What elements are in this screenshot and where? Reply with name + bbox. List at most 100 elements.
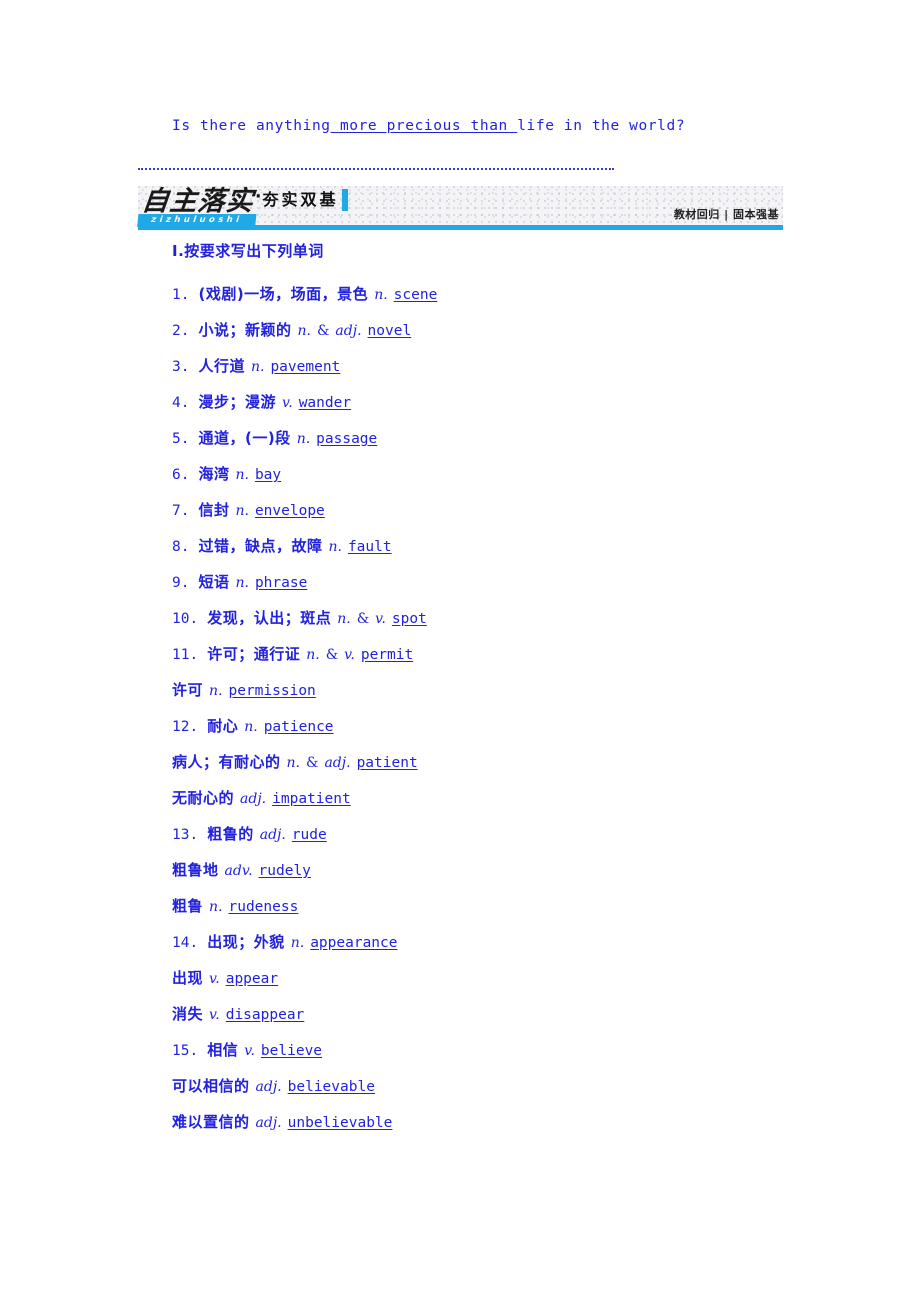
vocab-line: 7. 信封 n. envelope	[172, 492, 872, 528]
vocabulary-list: 1. (戏剧)一场，场面，景色 n. scene 2. 小说；新颖的 n. & adj. nove…	[172, 276, 872, 1140]
vocab-part-of-speech: n.	[235, 503, 249, 519]
vocab-line: 9. 短语 n. phrase	[172, 564, 872, 600]
vocab-number: 11.	[172, 647, 199, 663]
vocab-number: 12.	[172, 719, 199, 735]
vocab-ampersand: &	[305, 755, 319, 771]
vocab-line: 许可 n. permission	[172, 672, 872, 708]
vocab-chinese-meaning: 无耐心的	[172, 789, 235, 807]
vocab-line: 1. (戏剧)一场，场面，景色 n. scene	[172, 276, 872, 312]
vocab-line: 15. 相信 v. believe	[172, 1032, 872, 1068]
vocab-chinese-meaning: 耐心	[207, 717, 239, 735]
vocab-answer: appearance	[310, 935, 398, 951]
vocab-chinese-meaning: 短语	[198, 573, 230, 591]
vocab-part-of-speech-secondary: adj.	[335, 323, 362, 339]
vocab-number: 15.	[172, 1043, 199, 1059]
vocab-chinese-meaning: 难以置信的	[172, 1113, 250, 1131]
vocab-answer: novel	[367, 323, 412, 339]
vocab-line: 5. 通道，(一)段 n. passage	[172, 420, 872, 456]
vocab-chinese-meaning: 出现；外貌	[207, 933, 285, 951]
vocab-chinese-meaning: 相信	[207, 1041, 239, 1059]
vocab-chinese-meaning: 通道，(一)段	[198, 429, 291, 447]
vocab-chinese-meaning: 粗鲁的	[207, 825, 254, 843]
vocab-part-of-speech: v.	[209, 971, 220, 987]
vocab-part-of-speech: n.	[250, 359, 265, 375]
vocab-line: 病人；有耐心的 n. & adj. patient	[172, 744, 872, 780]
vocab-chinese-meaning: 许可	[172, 681, 204, 699]
vocab-chinese-meaning: 漫步；漫游	[198, 393, 276, 411]
vocab-chinese-meaning: 信封	[198, 501, 230, 519]
vocab-answer: wander	[298, 395, 352, 411]
vocab-answer: patient	[356, 755, 418, 771]
vocab-chinese-meaning: 海湾	[198, 465, 230, 483]
vocab-answer: believe	[260, 1043, 323, 1059]
vocab-part-of-speech: n.	[328, 539, 342, 555]
vocab-part-of-speech-secondary: v.	[375, 611, 386, 627]
vocab-part-of-speech: adv.	[224, 863, 253, 879]
vocab-line: 消失 v. disappear	[172, 996, 872, 1032]
vocab-chinese-meaning: 许可；通行证	[207, 645, 301, 663]
vocab-part-of-speech: n.	[244, 719, 258, 735]
vocab-chinese-meaning: (戏剧)一场，场面，景色	[198, 285, 369, 303]
banner-title-group: 自主落实 zizhuluoshi · 夯实双基	[137, 184, 349, 227]
vocab-part-of-speech-secondary: adj.	[324, 755, 351, 771]
vocab-number: 4.	[172, 395, 190, 411]
vocab-part-of-speech: adj.	[240, 791, 267, 807]
vocab-part-of-speech: n.	[296, 431, 311, 447]
vocab-answer: appear	[225, 971, 279, 987]
vocab-line: 难以置信的 adj. unbelievable	[172, 1104, 872, 1140]
vocab-line: 3. 人行道 n. pavement	[172, 348, 872, 384]
vocab-answer: disappear	[225, 1007, 305, 1023]
vocab-answer: impatient	[272, 791, 351, 807]
vocab-chinese-meaning: 过错，缺点，故障	[198, 537, 323, 555]
vocab-number: 13.	[172, 827, 199, 843]
vocab-part-of-speech: v.	[209, 1007, 220, 1023]
vocab-line: 10. 发现，认出；斑点 n. & v. spot	[172, 600, 872, 636]
vocab-number: 3.	[172, 359, 190, 375]
vocab-answer: spot	[391, 611, 427, 627]
sentence-blank-answer: more precious than	[330, 118, 518, 134]
banner-main-title: 自主落实 zizhuluoshi	[137, 184, 257, 227]
vocab-part-of-speech: n.	[286, 755, 300, 771]
vocab-line: 8. 过错，缺点，故障 n. fault	[172, 528, 872, 564]
vocab-answer: unbelievable	[287, 1115, 393, 1131]
vocab-answer: permission	[228, 683, 316, 699]
vocab-part-of-speech: n.	[374, 287, 388, 303]
vocab-line: 11. 许可；通行证 n. & v. permit	[172, 636, 872, 672]
vocab-part-of-speech: adj.	[255, 1079, 282, 1095]
vocab-part-of-speech: n.	[209, 899, 223, 915]
vocab-answer: passage	[316, 431, 378, 447]
vocab-ampersand: &	[356, 611, 370, 627]
vocab-chinese-meaning: 出现	[172, 969, 204, 987]
vocab-answer: bay	[254, 467, 282, 483]
vocab-line: 粗鲁 n. rudeness	[172, 888, 872, 924]
vocab-line: 4. 漫步；漫游 v. wander	[172, 384, 872, 420]
sentence-before: Is there anything	[172, 118, 331, 134]
vocab-number: 14.	[172, 935, 199, 951]
vocab-answer: rude	[291, 827, 327, 843]
vocab-part-of-speech: n.	[235, 575, 249, 591]
vocab-part-of-speech: adj.	[255, 1115, 282, 1131]
vocab-part-of-speech: n.	[290, 935, 305, 951]
vocab-chinese-meaning: 发现，认出；斑点	[207, 609, 332, 627]
vocab-answer: rudely	[258, 863, 311, 879]
vocab-chinese-meaning: 病人；有耐心的	[172, 753, 281, 771]
banner-accent-block	[342, 189, 349, 211]
vocab-chinese-meaning: 人行道	[198, 357, 245, 375]
vocab-line: 13. 粗鲁的 adj. rude	[172, 816, 872, 852]
vocab-line: 出现 v. appear	[172, 960, 872, 996]
vocab-answer: fault	[347, 539, 392, 555]
vocab-chinese-meaning: 粗鲁地	[172, 861, 219, 879]
vocab-chinese-meaning: 消失	[172, 1005, 204, 1023]
question-heading: Ⅰ.按要求写出下列单词	[172, 242, 324, 260]
vocab-number: 7.	[172, 503, 190, 519]
vocab-chinese-meaning: 可以相信的	[172, 1077, 250, 1095]
vocab-answer: phrase	[254, 575, 308, 591]
vocab-ampersand: &	[325, 647, 339, 663]
vocab-part-of-speech: n.	[297, 323, 311, 339]
vocab-answer: permit	[360, 647, 414, 663]
banner-right-label: 教材回归 | 固本强基	[673, 208, 779, 221]
example-sentence: Is there anything more precious than lif…	[172, 118, 812, 134]
vocab-number: 9.	[172, 575, 190, 591]
vocab-ampersand: &	[316, 323, 330, 339]
section-banner: 自主落实 zizhuluoshi · 夯实双基 教材回归 | 固本强基	[137, 184, 783, 230]
